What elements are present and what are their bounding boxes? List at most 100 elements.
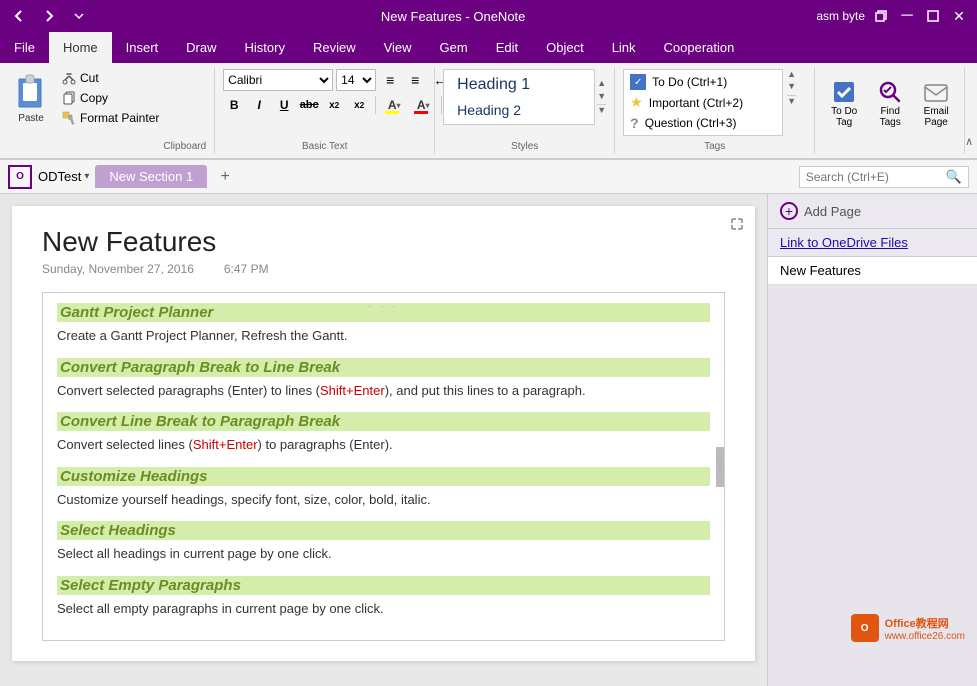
separator-1 — [375, 96, 376, 114]
font-color-button[interactable]: A ▾ — [410, 94, 436, 116]
search-input[interactable] — [806, 170, 946, 184]
feature-heading-5: Select Empty Paragraphs — [57, 576, 710, 595]
office-logo: O — [851, 614, 879, 642]
highlight-color-button[interactable]: A ▾ — [381, 94, 407, 116]
underline-button[interactable]: U — [273, 94, 295, 116]
action-buttons: To Do Tag Find Tags — [823, 69, 957, 136]
close-button[interactable]: ✕ — [949, 6, 969, 26]
notebook-icon: O — [8, 165, 32, 189]
tab-draw[interactable]: Draw — [172, 32, 230, 63]
styles-dropdown[interactable]: ▼ — [597, 104, 606, 116]
page-time: 6:47 PM — [224, 262, 269, 276]
subscript-button[interactable]: x2 — [323, 94, 345, 116]
restore-window-button[interactable] — [871, 6, 891, 26]
highlight-label: A — [388, 98, 397, 112]
heading1-style-button[interactable]: Heading 1 — [448, 72, 590, 98]
tab-link[interactable]: Link — [598, 32, 650, 63]
page-meta: Sunday, November 27, 2016 6:47 PM — [42, 262, 725, 276]
tags-dropdown[interactable]: ▼ — [787, 95, 796, 106]
ribbon: File Home Insert Draw History Review Vie… — [0, 32, 977, 160]
list-numbers-button[interactable]: ≡ — [404, 69, 426, 91]
expand-button[interactable] — [727, 214, 747, 234]
font-family-select[interactable]: Calibri — [223, 69, 333, 91]
username: asm byte — [816, 9, 865, 23]
add-page-button[interactable]: + Add Page — [768, 194, 977, 229]
font-color-swatch — [414, 111, 428, 114]
styles-scroll-up[interactable]: ▲ — [597, 78, 606, 89]
resize-dots: · · · — [368, 301, 399, 312]
quick-access-dropdown[interactable] — [68, 5, 90, 27]
tab-insert[interactable]: Insert — [112, 32, 173, 63]
superscript-button[interactable]: x2 — [348, 94, 370, 116]
font-size-select[interactable]: 14 — [336, 69, 376, 91]
feature-item-5: Select Empty Paragraphs Select all empty… — [57, 576, 710, 619]
title-bar-right: asm byte ─ ✕ — [816, 6, 969, 26]
resize-right-handle[interactable]: ⋮ — [716, 447, 724, 487]
feature-desc-1: Convert selected paragraphs (Enter) to l… — [57, 381, 710, 401]
feature-desc-2: Convert selected lines (Shift+Enter) to … — [57, 435, 710, 455]
tab-home[interactable]: Home — [49, 32, 112, 63]
todo-checkbox-icon: ✓ — [630, 74, 646, 90]
paste-icon — [13, 71, 49, 113]
todo-tag-button[interactable]: To Do Tag — [823, 74, 865, 132]
notebook-name[interactable]: ODTest ▾ — [38, 169, 89, 184]
todo-tag-item[interactable]: ✓ To Do (Ctrl+1) — [624, 72, 782, 92]
content-box: · · · ⋮ Gantt Project Planner Create a G… — [42, 292, 725, 641]
email-page-icon — [922, 78, 950, 106]
back-button[interactable] — [8, 5, 30, 27]
list-bullets-button[interactable]: ≡ — [379, 69, 401, 91]
strikethrough-button[interactable]: abc — [298, 94, 320, 116]
main-layout: New Features Sunday, November 27, 2016 6… — [0, 194, 977, 686]
find-tags-button[interactable]: Find Tags — [869, 74, 911, 132]
add-section-button[interactable]: + — [213, 165, 237, 189]
find-tags-icon — [876, 78, 904, 106]
notebook-dropdown-arrow: ▾ — [84, 171, 89, 182]
watermark: O Office教程网 www.office26.com — [851, 614, 965, 642]
ribbon-collapse-button[interactable]: ∧ — [965, 135, 977, 154]
shift-enter-1: Shift+Enter — [320, 383, 385, 398]
paste-button[interactable]: Paste — [8, 69, 54, 125]
styles-group: Heading 1 Heading 2 ▲ ▼ ▼ Styles — [435, 67, 615, 154]
tags-scroll-up[interactable]: ▲ — [787, 69, 796, 79]
bold-button[interactable]: B — [223, 94, 245, 116]
minimize-button[interactable]: ─ — [897, 6, 917, 26]
feature-item-3: Customize Headings Customize yourself he… — [57, 467, 710, 510]
notebook-bar: O ODTest ▾ New Section 1 + 🔍 — [0, 160, 977, 194]
copy-button[interactable]: Copy — [58, 89, 163, 107]
tab-cooperation[interactable]: Cooperation — [650, 32, 749, 63]
email-page-button[interactable]: Email Page — [915, 74, 957, 132]
tab-history[interactable]: History — [231, 32, 299, 63]
tab-gem[interactable]: Gem — [426, 32, 482, 63]
search-button[interactable]: 🔍 — [946, 169, 962, 185]
feature-desc-5: Select all empty paragraphs in current p… — [57, 599, 710, 619]
page-item-0[interactable]: New Features — [768, 257, 977, 285]
question-tag-item[interactable]: ? Question (Ctrl+3) — [624, 113, 782, 133]
star-icon: ★ — [630, 94, 643, 111]
window-title: New Features - OneNote — [90, 9, 816, 24]
italic-button[interactable]: I — [248, 94, 270, 116]
title-bar-left — [8, 5, 90, 27]
link-to-onedrive[interactable]: Link to OneDrive Files — [768, 229, 977, 257]
cut-label: Cut — [80, 71, 99, 85]
forward-button[interactable] — [38, 5, 60, 27]
tab-object[interactable]: Object — [532, 32, 598, 63]
maximize-button[interactable] — [923, 6, 943, 26]
styles-scroll-down[interactable]: ▼ — [597, 91, 606, 102]
watermark-text: Office教程网 www.office26.com — [885, 615, 965, 642]
add-page-icon: + — [780, 202, 798, 220]
heading2-style-button[interactable]: Heading 2 — [448, 98, 590, 122]
cut-button[interactable]: Cut — [58, 69, 163, 87]
tags-scroll-down[interactable]: ▼ — [787, 81, 796, 91]
tab-view[interactable]: View — [370, 32, 426, 63]
tab-review[interactable]: Review — [299, 32, 370, 63]
tab-file[interactable]: File — [0, 32, 49, 63]
email-page-button-label: Email Page — [924, 106, 949, 128]
feature-item-1: Convert Paragraph Break to Line Break Co… — [57, 358, 710, 401]
important-tag-item[interactable]: ★ Important (Ctrl+2) — [624, 92, 782, 113]
tab-edit[interactable]: Edit — [482, 32, 532, 63]
section-tab[interactable]: New Section 1 — [95, 165, 207, 188]
format-painter-button[interactable]: Format Painter — [58, 109, 163, 127]
basic-text-group: Calibri 14 ≡ ≡ ← → A B I U abc x2 x2 — [215, 67, 435, 154]
font-color-dropdown-arrow: ▾ — [426, 101, 430, 110]
content-area: New Features Sunday, November 27, 2016 6… — [0, 194, 767, 686]
